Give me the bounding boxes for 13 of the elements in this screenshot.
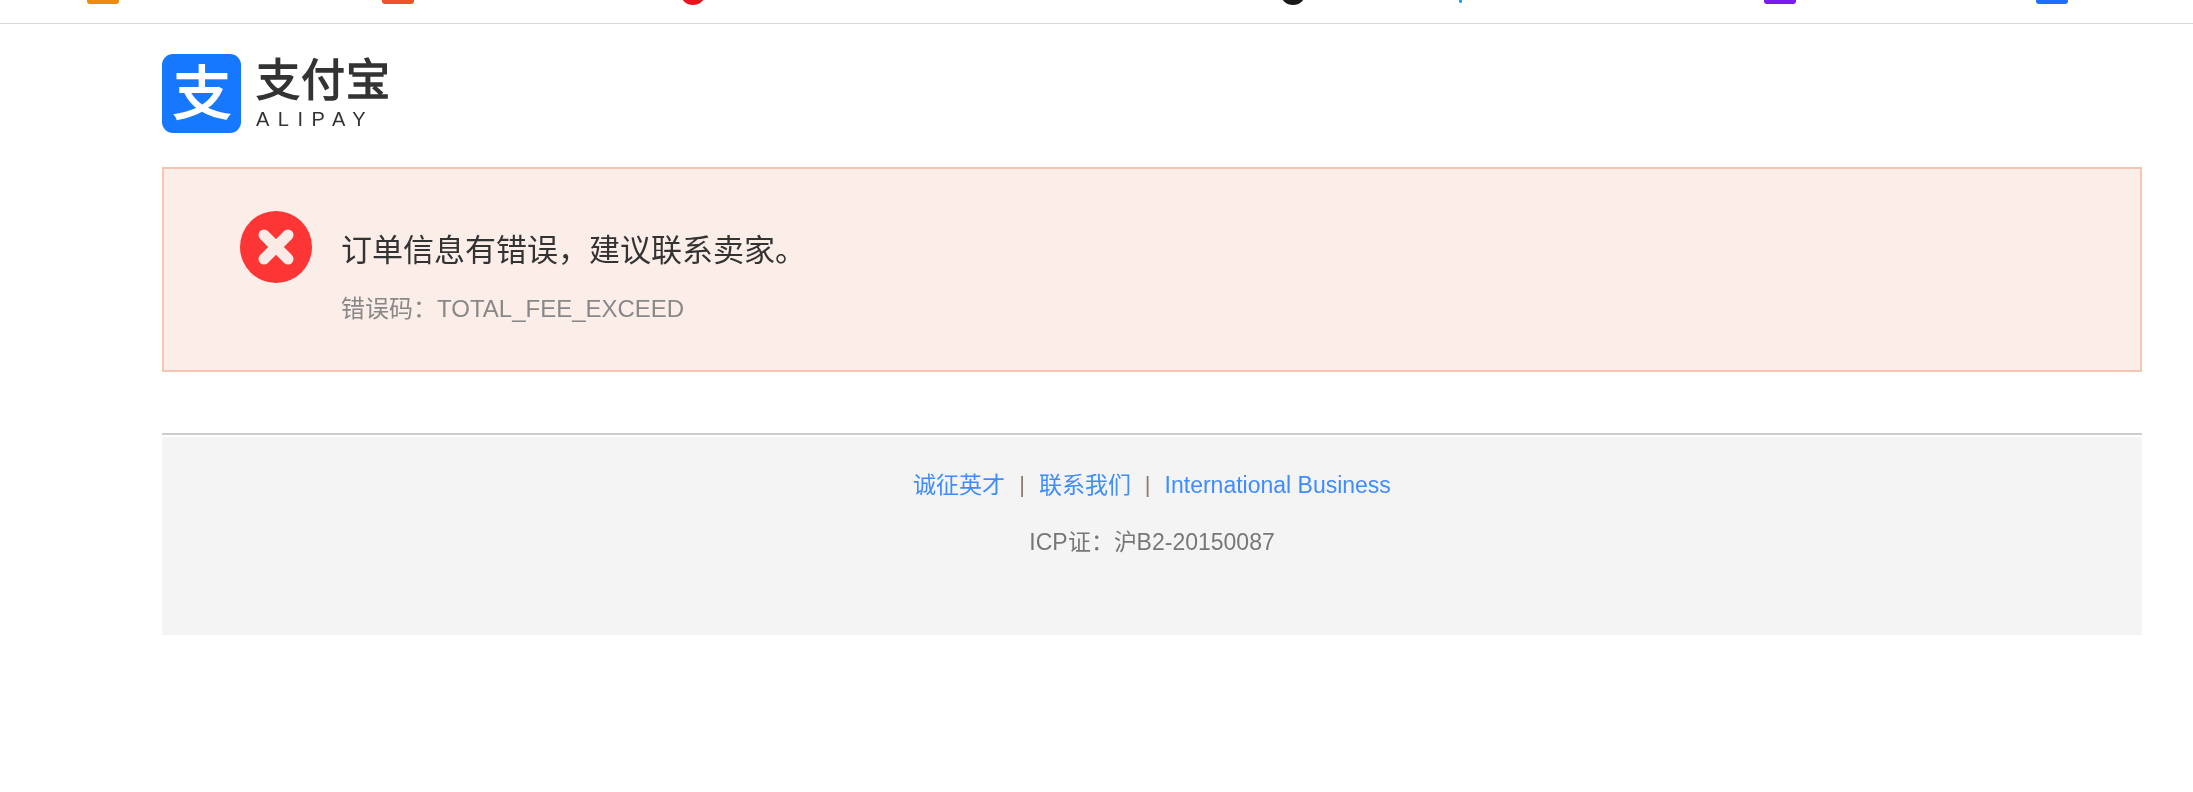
logo-latin: ALIPAY bbox=[256, 106, 376, 131]
logo-mark: 支 bbox=[162, 54, 241, 133]
error-message: 订单信息有错误，建议联系卖家。 bbox=[341, 232, 806, 270]
link-separator: | bbox=[1019, 471, 1025, 499]
footer-link[interactable]: 诚征英才 bbox=[913, 469, 1006, 501]
error-icon bbox=[240, 211, 312, 283]
link-separator: | bbox=[1144, 471, 1151, 499]
icp-license: ICP证：沪B2-20150087 bbox=[1028, 528, 1276, 557]
logo-name: 支付宝 bbox=[256, 56, 391, 105]
error-code: 错误码：TOTAL_FEE_EXCEED bbox=[341, 294, 686, 324]
bookmark-icon[interactable] bbox=[1283, 0, 1303, 5]
footer-link[interactable]: 联系我们 bbox=[1038, 469, 1131, 501]
footer-link[interactable]: International Business bbox=[1164, 469, 1391, 501]
